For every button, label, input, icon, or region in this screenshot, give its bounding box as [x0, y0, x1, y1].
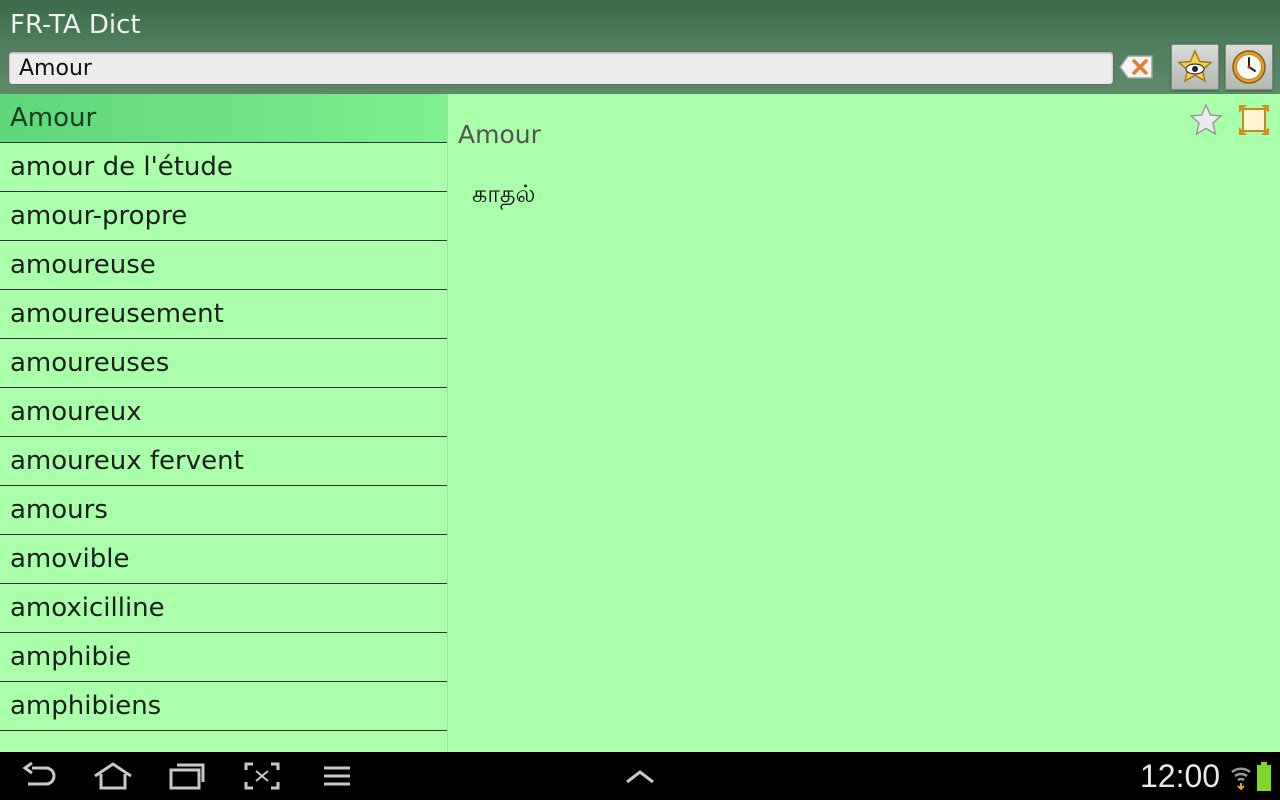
definition-pane: Amour காதல் [448, 94, 1280, 752]
star-eye-icon [1177, 49, 1213, 83]
list-item[interactable]: amoxicilline [0, 584, 447, 633]
app-header: FR-TA Dict [0, 0, 1280, 94]
list-item[interactable]: amour-propre [0, 192, 447, 241]
history-button[interactable] [1225, 44, 1273, 90]
status-clock: 12:00 [1140, 758, 1221, 794]
favorites-button[interactable] [1171, 44, 1219, 90]
list-item[interactable]: amoureux fervent [0, 437, 447, 486]
app-title: FR-TA Dict [10, 10, 141, 40]
add-favorite-button[interactable] [1189, 103, 1223, 137]
clock-icon [1232, 50, 1266, 84]
list-item[interactable]: amphibie [0, 633, 447, 682]
list-item[interactable]: amours [0, 486, 447, 535]
search-box[interactable] [8, 51, 1114, 85]
list-item[interactable]: amovible [0, 535, 447, 584]
system-navigation-bar: 12:00 [0, 752, 1280, 800]
entry-translation: காதல் [472, 180, 536, 208]
word-list[interactable]: Amour amour de l'étude amour-propre amou… [0, 94, 448, 752]
screenshot-icon[interactable] [244, 762, 280, 790]
list-item[interactable]: amoureuse [0, 241, 447, 290]
list-item[interactable]: amoureusement [0, 290, 447, 339]
list-item[interactable]: Amour [0, 94, 447, 143]
chevron-up-icon[interactable] [624, 762, 656, 790]
list-item[interactable]: amour de l'étude [0, 143, 447, 192]
back-icon[interactable] [22, 762, 56, 790]
entry-headword: Amour [458, 120, 541, 149]
list-item[interactable]: amphibiens [0, 682, 447, 731]
star-outline-icon [1189, 103, 1223, 136]
wifi-icon [1231, 767, 1251, 790]
search-input[interactable] [9, 52, 1109, 84]
backspace-clear-icon [1119, 55, 1153, 79]
fullscreen-icon [1239, 105, 1269, 135]
list-item[interactable]: amoureux [0, 388, 447, 437]
battery-icon [1257, 762, 1271, 791]
list-item[interactable]: amoureuses [0, 339, 447, 388]
menu-icon[interactable] [322, 762, 352, 790]
recent-apps-icon[interactable] [168, 762, 206, 790]
fullscreen-button[interactable] [1237, 103, 1271, 137]
clear-search-button[interactable] [1118, 52, 1156, 82]
home-icon[interactable] [92, 762, 134, 790]
